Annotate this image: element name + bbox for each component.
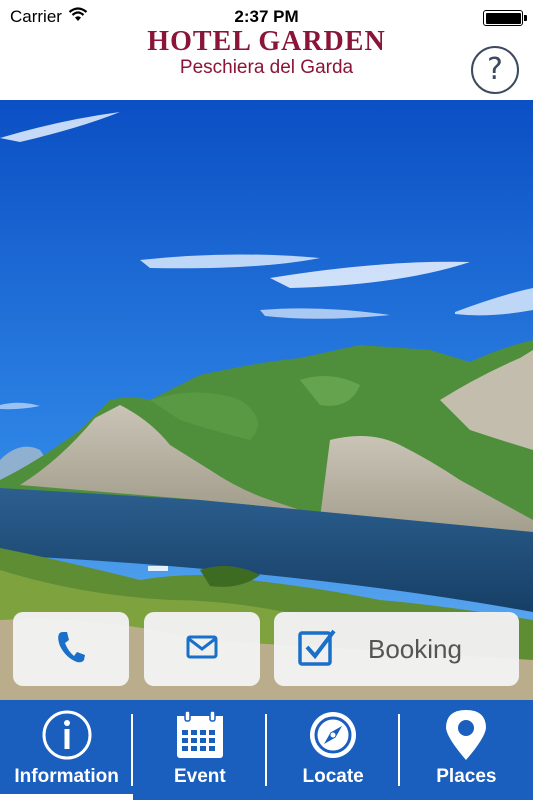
phone-icon bbox=[56, 630, 86, 669]
tab-information-label: Information bbox=[14, 766, 119, 787]
call-button[interactable] bbox=[13, 612, 129, 686]
mail-icon bbox=[186, 635, 218, 664]
logo-subtitle: Peschiera del Garda bbox=[179, 57, 354, 78]
booking-label: Booking bbox=[368, 633, 462, 664]
bottom-tab-bar: Information Event Locate Places bbox=[0, 700, 533, 800]
hotel-logo: HOTEL GARDEN Peschiera del Garda bbox=[0, 26, 533, 78]
tab-places[interactable]: Places bbox=[400, 700, 533, 800]
help-icon: ? bbox=[487, 52, 503, 87]
status-time: 2:37 PM bbox=[234, 7, 299, 26]
info-icon bbox=[41, 708, 93, 762]
booking-button[interactable]: Booking bbox=[274, 612, 519, 686]
tab-event[interactable]: Event bbox=[133, 700, 267, 800]
checkbox-icon bbox=[298, 627, 336, 672]
map-pin-icon bbox=[443, 708, 489, 762]
battery-icon bbox=[483, 10, 527, 26]
app-header: HOTEL GARDEN Peschiera del Garda ? bbox=[0, 26, 533, 100]
tab-event-label: Event bbox=[174, 766, 226, 787]
hero-landscape-image bbox=[0, 100, 533, 700]
tab-information[interactable]: Information bbox=[0, 700, 134, 800]
email-button[interactable] bbox=[144, 612, 260, 686]
calendar-icon bbox=[175, 708, 225, 762]
active-tab-indicator bbox=[0, 794, 133, 800]
compass-icon bbox=[307, 708, 359, 762]
help-button[interactable]: ? bbox=[471, 46, 519, 94]
logo-title: HOTEL GARDEN bbox=[147, 26, 386, 57]
tab-locate[interactable]: Locate bbox=[267, 700, 400, 800]
tab-places-label: Places bbox=[436, 766, 497, 787]
tab-locate-label: Locate bbox=[302, 766, 364, 787]
